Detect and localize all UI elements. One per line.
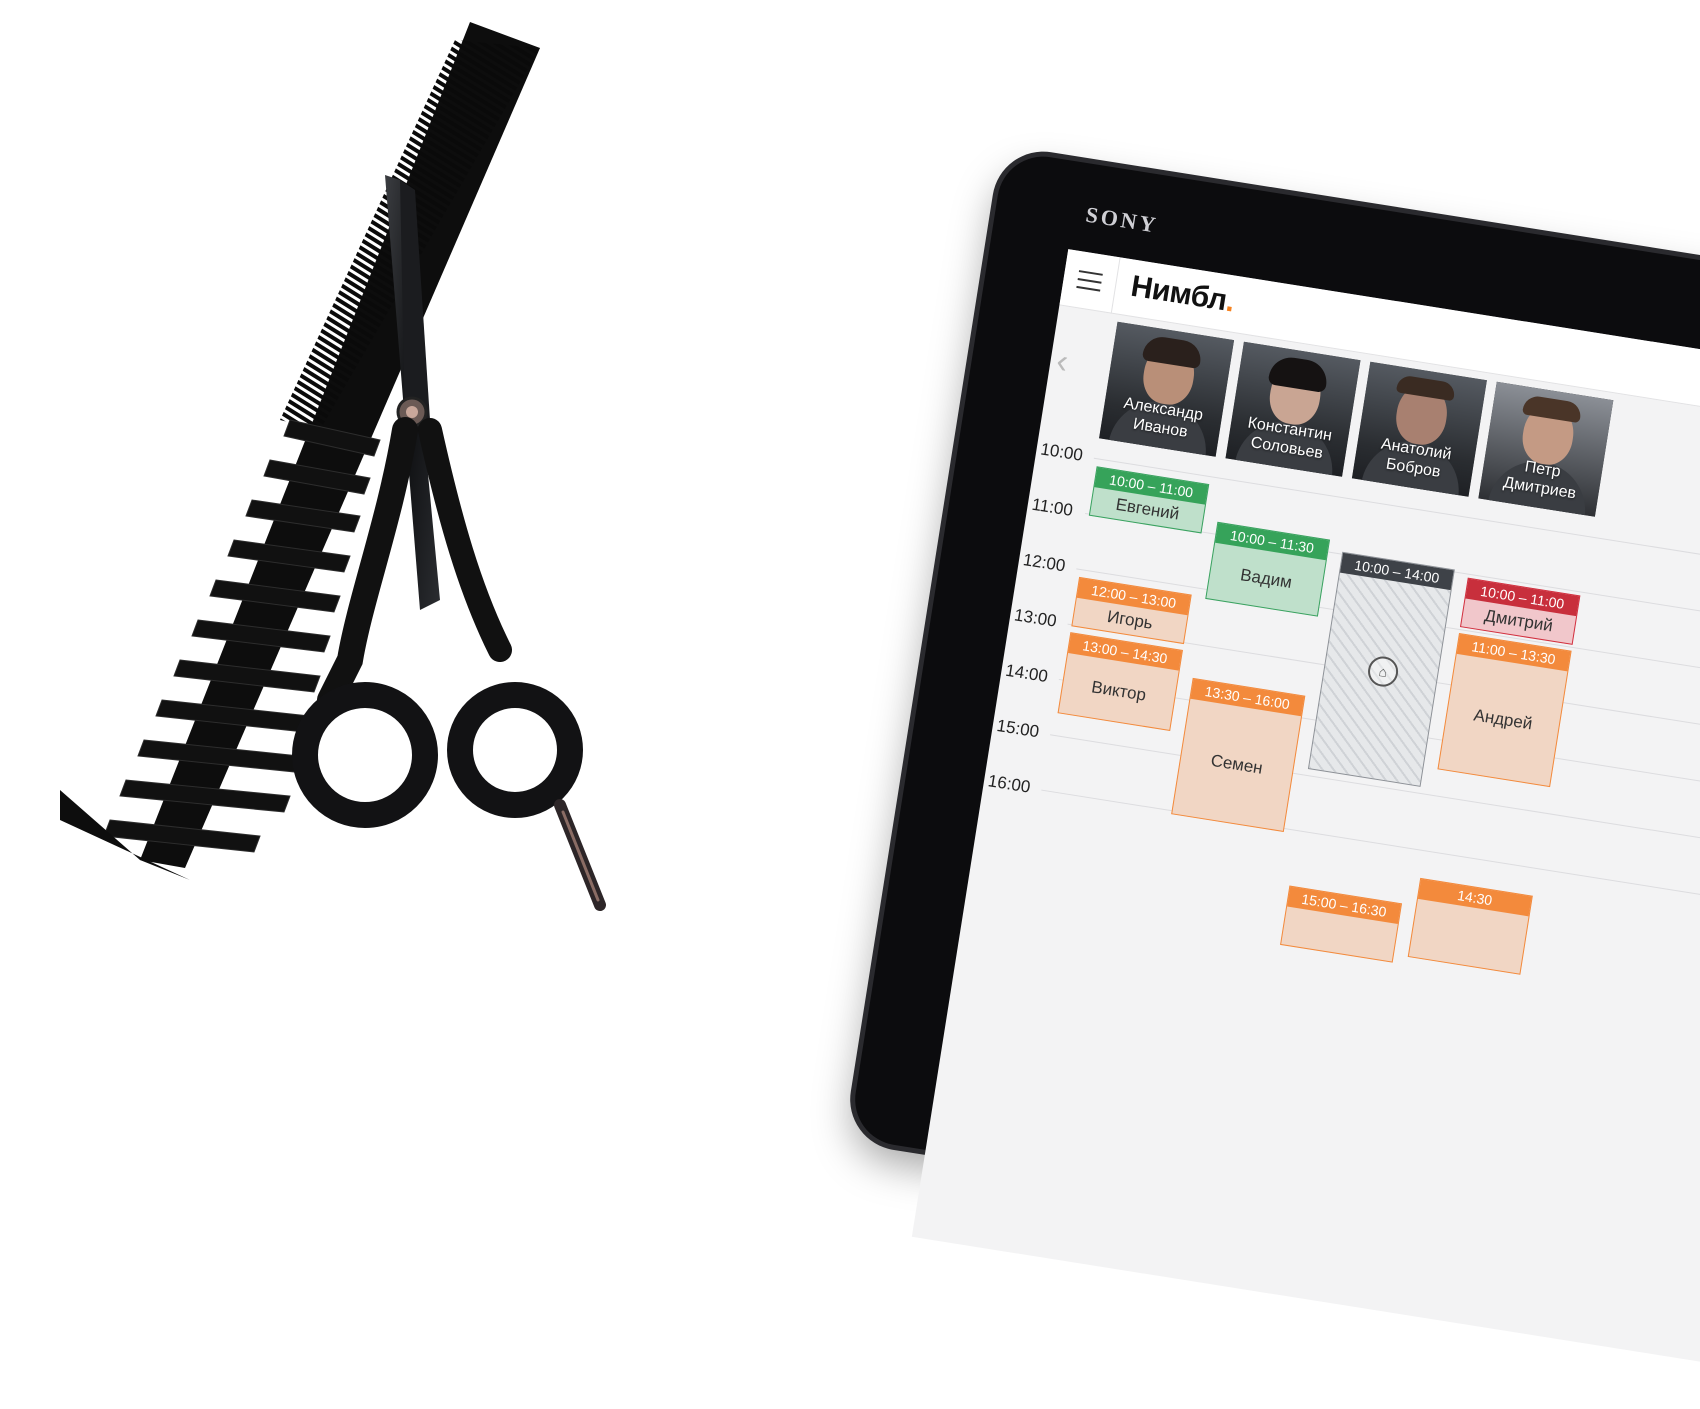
menu-button[interactable]	[1059, 249, 1121, 313]
appointment-partial[interactable]: 14:30	[1407, 877, 1533, 975]
app-screen: Нимбл. ‹ Александр Иванов Константин Солов…	[911, 249, 1700, 1409]
appointment-evgeniy[interactable]: 10:00 – 11:00 Евгений	[1088, 466, 1210, 534]
lock-icon: ⌂	[1365, 654, 1401, 689]
time-label: 13:00	[1012, 605, 1058, 631]
appointment-vadim[interactable]: 10:00 – 11:30 Вадим	[1205, 521, 1331, 617]
appointment-viktor[interactable]: 13:00 – 14:30 Виктор	[1057, 632, 1183, 731]
time-label: 12:00	[1021, 550, 1067, 576]
staff-card-aleksandr[interactable]: Александр Иванов	[1099, 321, 1235, 457]
staff-card-konstantin[interactable]: Константин Соловьев	[1225, 341, 1361, 477]
staff-card-petr[interactable]: Петр Дмитриев	[1478, 381, 1614, 517]
time-label: 16:00	[986, 771, 1032, 797]
appointment-igor[interactable]: 12:00 – 13:00 Игорь	[1071, 576, 1192, 645]
tablet-device: SONY Нимбл. ‹ Александр Иванов Константин…	[848, 150, 1700, 1409]
appointment-partial[interactable]: 15:00 – 16:30	[1280, 885, 1403, 963]
device-brand: SONY	[1084, 201, 1161, 238]
app-logo: Нимбл.	[1128, 269, 1237, 319]
chevron-left-icon[interactable]: ‹	[1054, 341, 1080, 384]
time-label: 10:00	[1039, 439, 1085, 465]
appointment-semen[interactable]: 13:30 – 16:00 Семен	[1171, 677, 1306, 833]
comb-and-scissors-illustration	[60, 22, 606, 911]
appointment-andrey[interactable]: 11:00 – 13:30 Андрей	[1437, 632, 1572, 788]
staff-card-anatoliy[interactable]: Анатолий Бобров	[1351, 361, 1487, 497]
time-label: 14:00	[1004, 660, 1050, 687]
hamburger-icon	[1078, 270, 1103, 276]
time-label: 11:00	[1030, 494, 1075, 520]
blocked-slot[interactable]: 10:00 – 14:00 ⌂	[1307, 551, 1455, 787]
time-label: 15:00	[995, 715, 1041, 742]
